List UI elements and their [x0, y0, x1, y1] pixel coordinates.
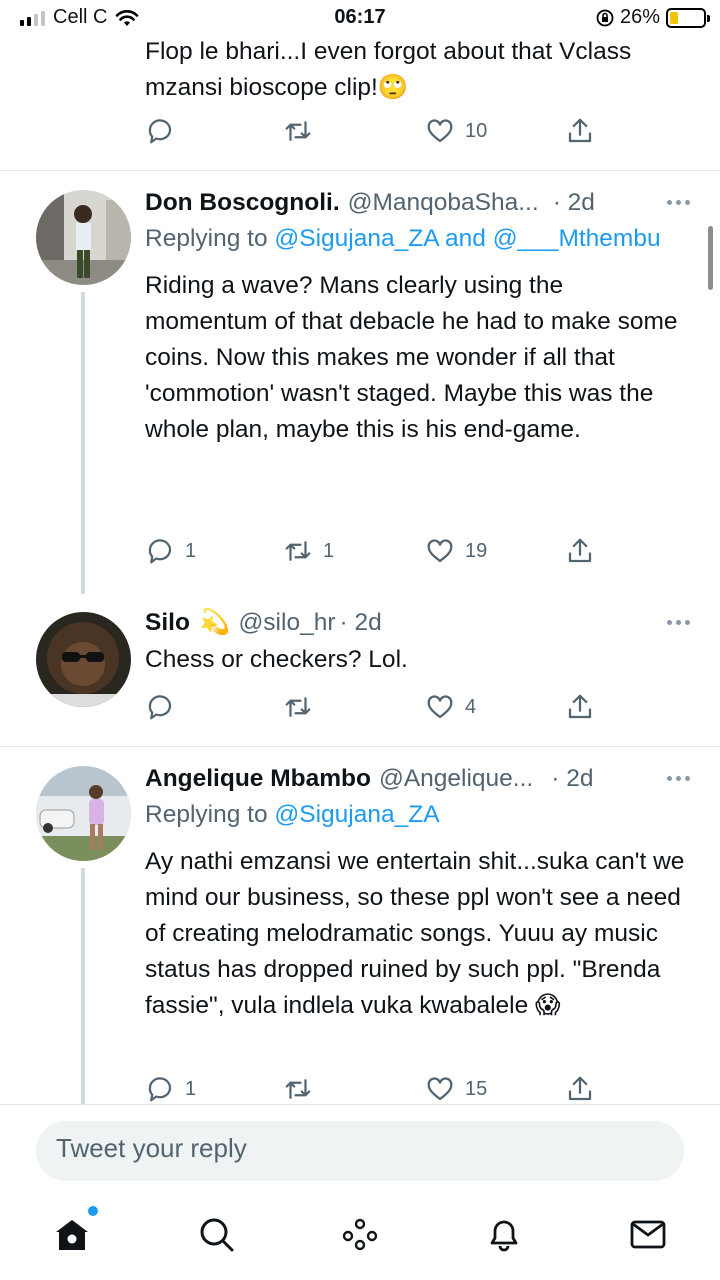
- divider: [0, 170, 720, 171]
- avatar-photo: [36, 766, 131, 861]
- display-name[interactable]: Silo: [145, 606, 190, 640]
- reply-icon: [148, 539, 172, 564]
- home-icon: [56, 1220, 88, 1250]
- share-icon: [568, 538, 592, 563]
- battery-percent: 26%: [619, 6, 660, 28]
- like-button[interactable]: 19: [425, 536, 487, 566]
- spaces-icon: [342, 1218, 378, 1251]
- share-button[interactable]: [565, 1074, 595, 1104]
- display-name[interactable]: Don Boscognoli.: [145, 186, 340, 220]
- retweet-button[interactable]: [283, 692, 323, 722]
- status-bar: Cell C 06:17 26%: [0, 0, 720, 36]
- like-button[interactable]: 15: [425, 1074, 487, 1104]
- reply-button[interactable]: 1: [145, 1074, 196, 1104]
- share-button[interactable]: [565, 536, 595, 566]
- tab-bar: [0, 1200, 720, 1280]
- notifications-icon: [490, 1220, 518, 1252]
- share-icon: [568, 694, 592, 719]
- retweet-button[interactable]: [283, 1074, 323, 1104]
- like-button[interactable]: 4: [425, 692, 476, 722]
- handle[interactable]: @Angelique...: [379, 762, 533, 796]
- like-count: 4: [465, 695, 477, 718]
- tweet-text: Ay nathi emzansi we entertain shit...suk…: [145, 848, 685, 1019]
- retweet-button[interactable]: 1: [283, 536, 334, 566]
- reply-count: 1: [185, 1077, 197, 1100]
- replying-to: Replying to @Sigujana_ZA: [145, 796, 690, 834]
- retweet-button[interactable]: [283, 116, 313, 146]
- replying-label: Replying to: [145, 225, 275, 252]
- tweet-actions: 1 1 19: [145, 536, 605, 572]
- messages-icon: [630, 1220, 666, 1249]
- retweet-icon: [285, 1079, 311, 1099]
- more-options-icon[interactable]: [667, 776, 690, 781]
- thread-line: [81, 292, 85, 594]
- reply-count: 1: [185, 539, 197, 562]
- mention-link[interactable]: @Sigujana_ZA and @___Mthembu: [274, 225, 660, 252]
- tab-messages[interactable]: [628, 1214, 668, 1254]
- tab-spaces[interactable]: [340, 1214, 380, 1254]
- reply-button[interactable]: 1: [145, 536, 196, 566]
- notification-dot: [88, 1206, 98, 1216]
- reply-icon: [148, 119, 172, 144]
- previous-tweet-text: Flop le bhari...I even forgot about that…: [145, 38, 632, 101]
- tab-notifications[interactable]: [484, 1214, 524, 1254]
- search-icon: [200, 1218, 234, 1252]
- orientation-lock-icon: [596, 9, 614, 26]
- heart-icon: [427, 1077, 453, 1101]
- scrollbar[interactable]: [708, 226, 713, 290]
- timestamp: · 2d: [552, 189, 595, 216]
- reply-button[interactable]: [145, 116, 175, 146]
- retweet-icon: [285, 697, 311, 717]
- retweet-icon: [285, 121, 311, 141]
- tweet-text: Chess or checkers? Lol.: [145, 646, 408, 673]
- display-name[interactable]: Angelique Mbambo: [145, 762, 371, 796]
- tweet[interactable]: Silo 💫 @silo_hr · 2d Chess or checkers? …: [145, 606, 690, 678]
- name-emoji: 💫: [199, 609, 231, 636]
- reply-icon: [148, 695, 172, 720]
- divider: [0, 746, 720, 747]
- thread-line: [81, 868, 85, 1104]
- like-count: 10: [465, 119, 488, 142]
- retweet-count: 1: [323, 539, 335, 562]
- more-options-icon[interactable]: [667, 620, 690, 625]
- reply-icon: [148, 1077, 172, 1102]
- retweet-icon: [285, 541, 311, 561]
- previous-tweet-actions: 10: [145, 116, 605, 152]
- heart-icon: [427, 119, 453, 143]
- tweet-actions: 4: [145, 692, 605, 728]
- more-options-icon[interactable]: [667, 200, 690, 205]
- share-button[interactable]: [565, 692, 595, 722]
- share-icon: [568, 118, 592, 143]
- tweet-text: Riding a wave? Mans clearly using the mo…: [145, 272, 678, 443]
- tweet[interactable]: Don Boscognoli. @ManqobaSha... · 2d Repl…: [145, 186, 690, 448]
- battery-info: 26%: [596, 6, 710, 29]
- like-button[interactable]: 10: [425, 116, 487, 146]
- avatar-photo: [36, 190, 131, 285]
- tab-search[interactable]: [196, 1214, 236, 1254]
- battery-icon: [666, 7, 710, 28]
- avatar[interactable]: [36, 612, 131, 707]
- mention-link[interactable]: @Sigujana_ZA: [274, 801, 439, 828]
- avatar[interactable]: [36, 766, 131, 861]
- share-icon: [568, 1076, 592, 1101]
- reply-input[interactable]: Tweet your reply: [36, 1121, 684, 1181]
- reply-button[interactable]: [145, 692, 185, 722]
- timestamp: · 2d: [551, 765, 594, 792]
- reply-composer: Tweet your reply: [0, 1104, 720, 1200]
- like-count: 15: [465, 1077, 488, 1100]
- replying-to: Replying to @Sigujana_ZA and @___Mthembu: [145, 220, 690, 258]
- avatar-photo: [36, 612, 131, 707]
- replying-label: Replying to: [145, 801, 275, 828]
- handle[interactable]: @silo_hr: [238, 606, 335, 640]
- handle[interactable]: @ManqobaSha...: [348, 186, 539, 220]
- tab-home[interactable]: [52, 1206, 98, 1254]
- timestamp: · 2d: [339, 609, 382, 636]
- heart-icon: [427, 695, 453, 719]
- heart-icon: [427, 539, 453, 563]
- tweet[interactable]: Angelique Mbambo @Angelique... · 2d Repl…: [145, 762, 690, 1024]
- share-button[interactable]: [565, 116, 595, 146]
- like-count: 19: [465, 539, 488, 562]
- avatar[interactable]: [36, 190, 131, 285]
